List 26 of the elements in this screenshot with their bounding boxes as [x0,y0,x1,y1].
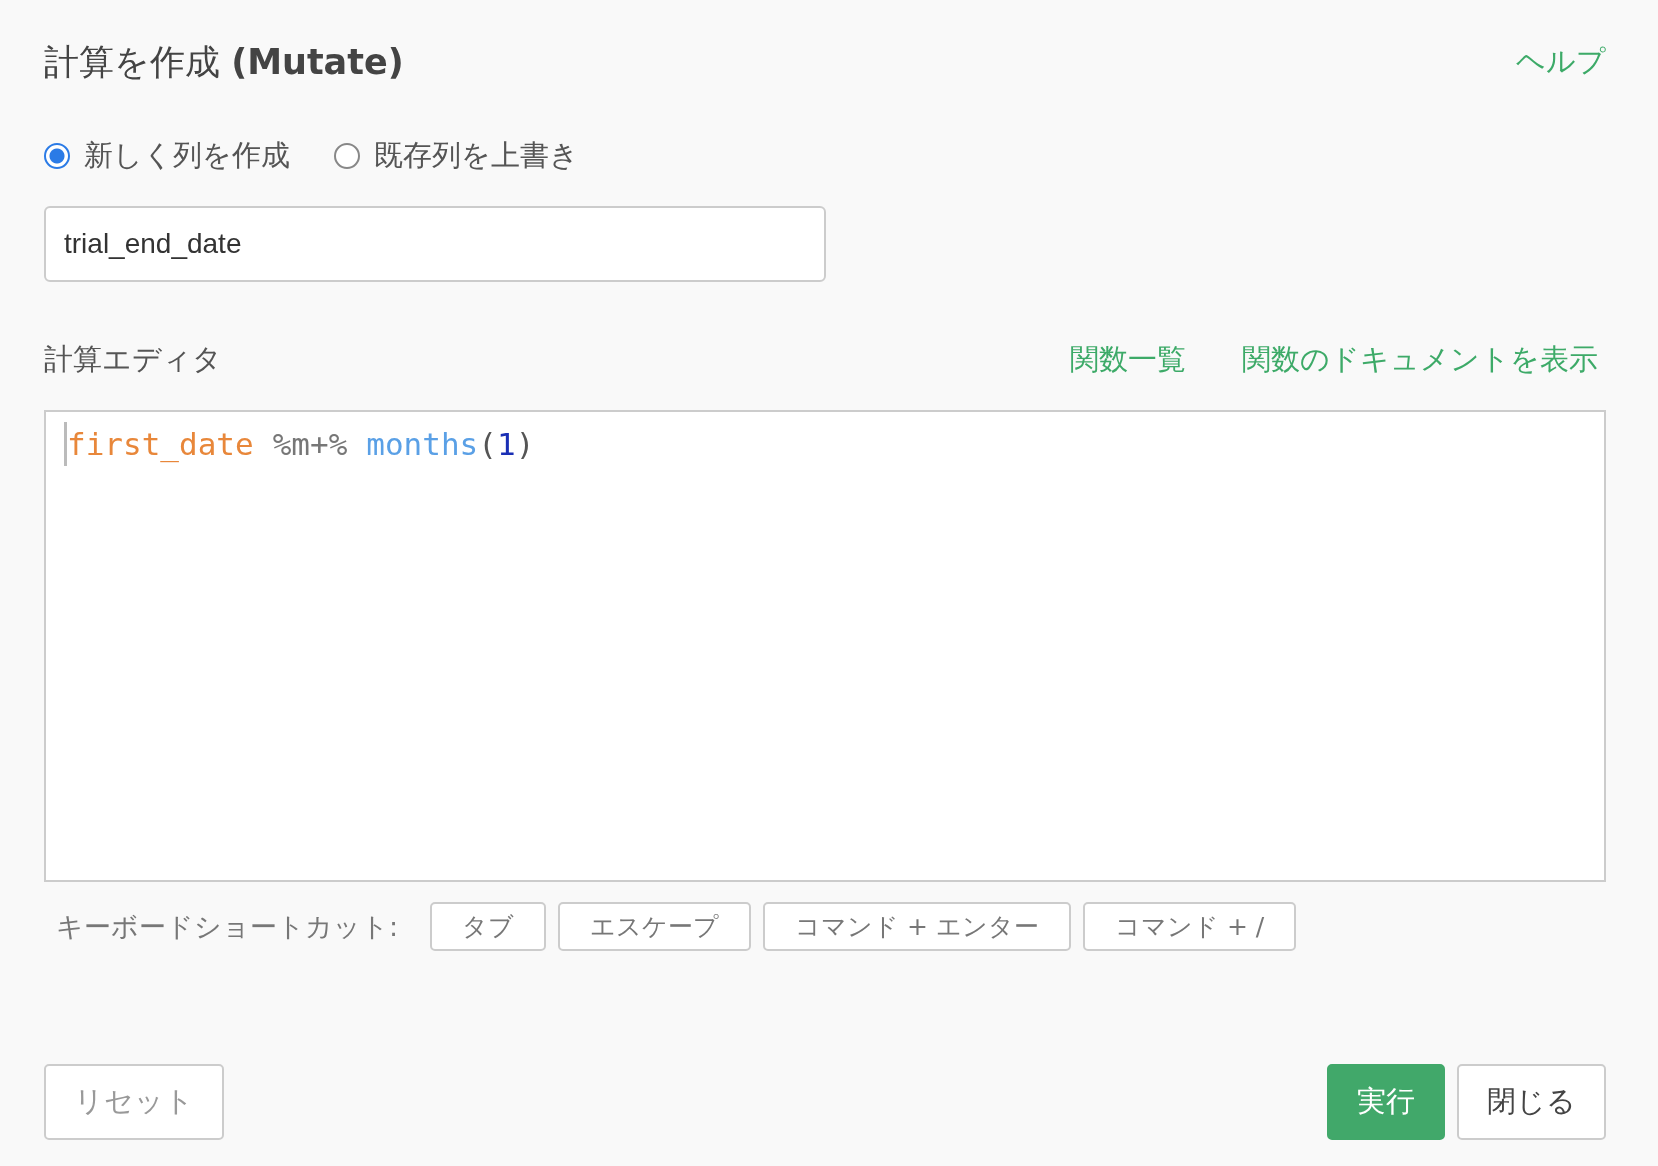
shortcut-key: コマンド + エンター [763,902,1071,951]
radio-button[interactable] [44,143,70,169]
radio-label: 既存列を上書き [374,137,579,174]
reset-button[interactable]: リセット [44,1064,224,1140]
close-button[interactable]: 閉じる [1457,1064,1606,1140]
run-button[interactable]: 実行 [1327,1064,1445,1140]
shortcut-key: タブ [430,902,547,951]
code-token: ) [515,425,535,464]
code-token: first_date [67,425,254,465]
doc-link[interactable]: 関数のドキュメントを表示 [1242,340,1598,380]
shortcut-key: エスケープ [558,902,752,951]
text-cursor [64,422,67,466]
code-token: %m+% [272,425,348,464]
dialog-title: 計算を作成 (Mutate) [44,40,404,84]
code-token: ( [478,425,497,464]
shortcut-key: コマンド + / [1082,902,1297,951]
doc-link[interactable]: 関数一覧 [1070,340,1186,380]
editor-label: 計算エディタ [44,341,222,378]
code-editor[interactable]: first_date %m+% months(1) [44,410,1606,882]
code-token: months [366,425,479,464]
radio-label: 新しく列を作成 [84,137,290,174]
column-name-field[interactable]: trial_end_date [44,206,826,282]
shortcuts-label: キーボードショートカット: [56,909,399,944]
radio-button[interactable] [334,143,360,169]
code-token: 1 [496,425,516,464]
help-link[interactable]: ヘルプ [1516,42,1606,82]
